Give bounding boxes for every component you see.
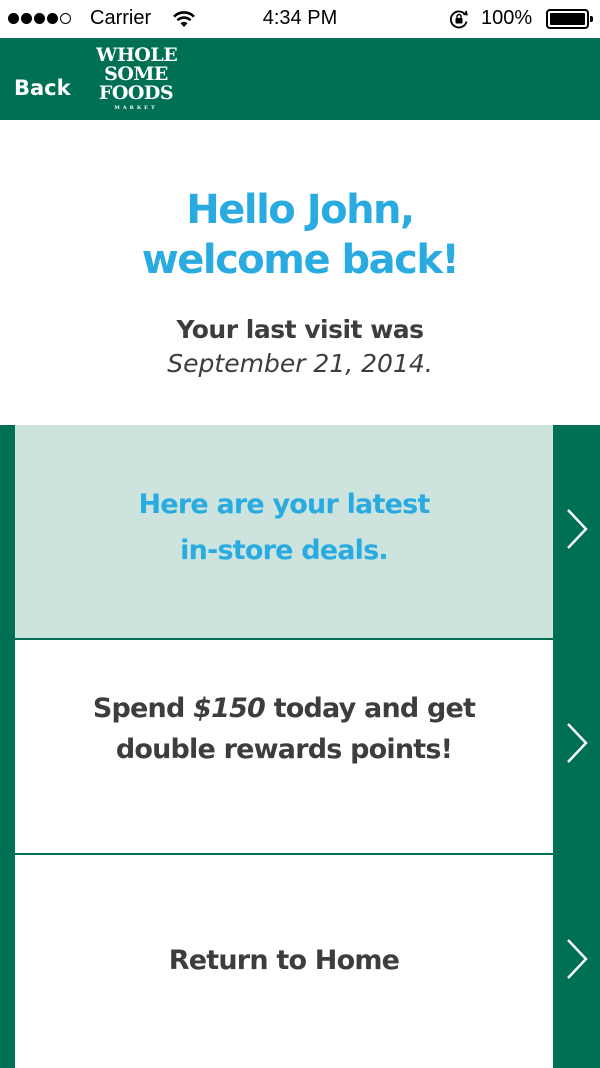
last-visit-date: September 21, 2014. — [167, 349, 433, 378]
battery-percentage: 100% — [481, 7, 533, 29]
navigation-bar: Back WHOLE SOME FOODS MARKET — [0, 38, 600, 120]
greeting-heading: Hello John, welcome back! — [0, 185, 600, 285]
greeting-line-1: Hello John, — [186, 187, 415, 233]
chevron-right-icon[interactable] — [563, 507, 591, 551]
card-list: Here are your latest in-store deals. Spe… — [0, 425, 600, 1068]
rewards-promo-text: Spend $150 today and get double rewards … — [92, 693, 476, 765]
greeting-line-2: welcome back! — [141, 237, 460, 283]
deals-card-text: Here are your latest in-store deals. — [138, 489, 431, 566]
whole-foods-logo: WHOLE SOME FOODS MARKET — [96, 44, 178, 112]
return-home-card[interactable]: Return to Home — [15, 855, 553, 1068]
chevron-right-icon[interactable] — [563, 721, 591, 765]
return-home-label: Return to Home — [168, 944, 400, 976]
rotation-lock-icon — [449, 9, 469, 35]
chevron-right-icon[interactable] — [563, 937, 591, 981]
last-visit-label: Your last visit was — [176, 315, 424, 344]
last-visit-info: Your last visit was September 21, 2014. — [0, 313, 600, 381]
rewards-promo-card[interactable]: Spend $150 today and get double rewards … — [15, 640, 553, 853]
status-bar: Carrier 4:34 PM 100% — [0, 0, 600, 38]
battery-icon — [546, 9, 593, 29]
welcome-section: Hello John, welcome back! Your last visi… — [0, 120, 600, 425]
spend-amount: $150 — [193, 693, 266, 724]
deals-card[interactable]: Here are your latest in-store deals. — [15, 425, 553, 638]
back-button[interactable]: Back — [14, 76, 71, 100]
